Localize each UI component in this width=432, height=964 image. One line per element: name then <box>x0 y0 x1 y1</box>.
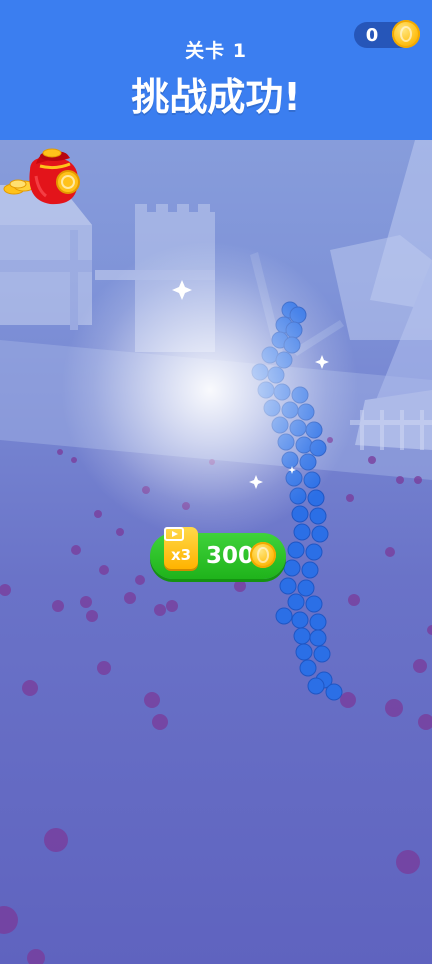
result-header: 关卡 1 挑战成功! 0 <box>0 0 432 140</box>
result-title: 挑战成功! <box>131 75 301 119</box>
game-screen: 关卡 1 挑战成功! 0 x3 300 <box>0 0 432 964</box>
coin-icon <box>392 20 420 48</box>
coin-count: 0 <box>365 25 379 46</box>
reward-multiplier: x3 <box>170 546 192 564</box>
coin-icon <box>250 542 276 568</box>
lucky-bag-icon <box>3 148 80 205</box>
game-scene: x3 300 <box>0 140 432 964</box>
video-ad-icon <box>164 527 184 541</box>
video-ad-badge: x3 <box>164 527 198 569</box>
reward-amount: 300 <box>206 543 255 569</box>
claim-reward-button[interactable]: x3 300 <box>150 527 286 579</box>
coin-counter: 0 <box>354 20 420 48</box>
reward-glow <box>60 240 360 540</box>
